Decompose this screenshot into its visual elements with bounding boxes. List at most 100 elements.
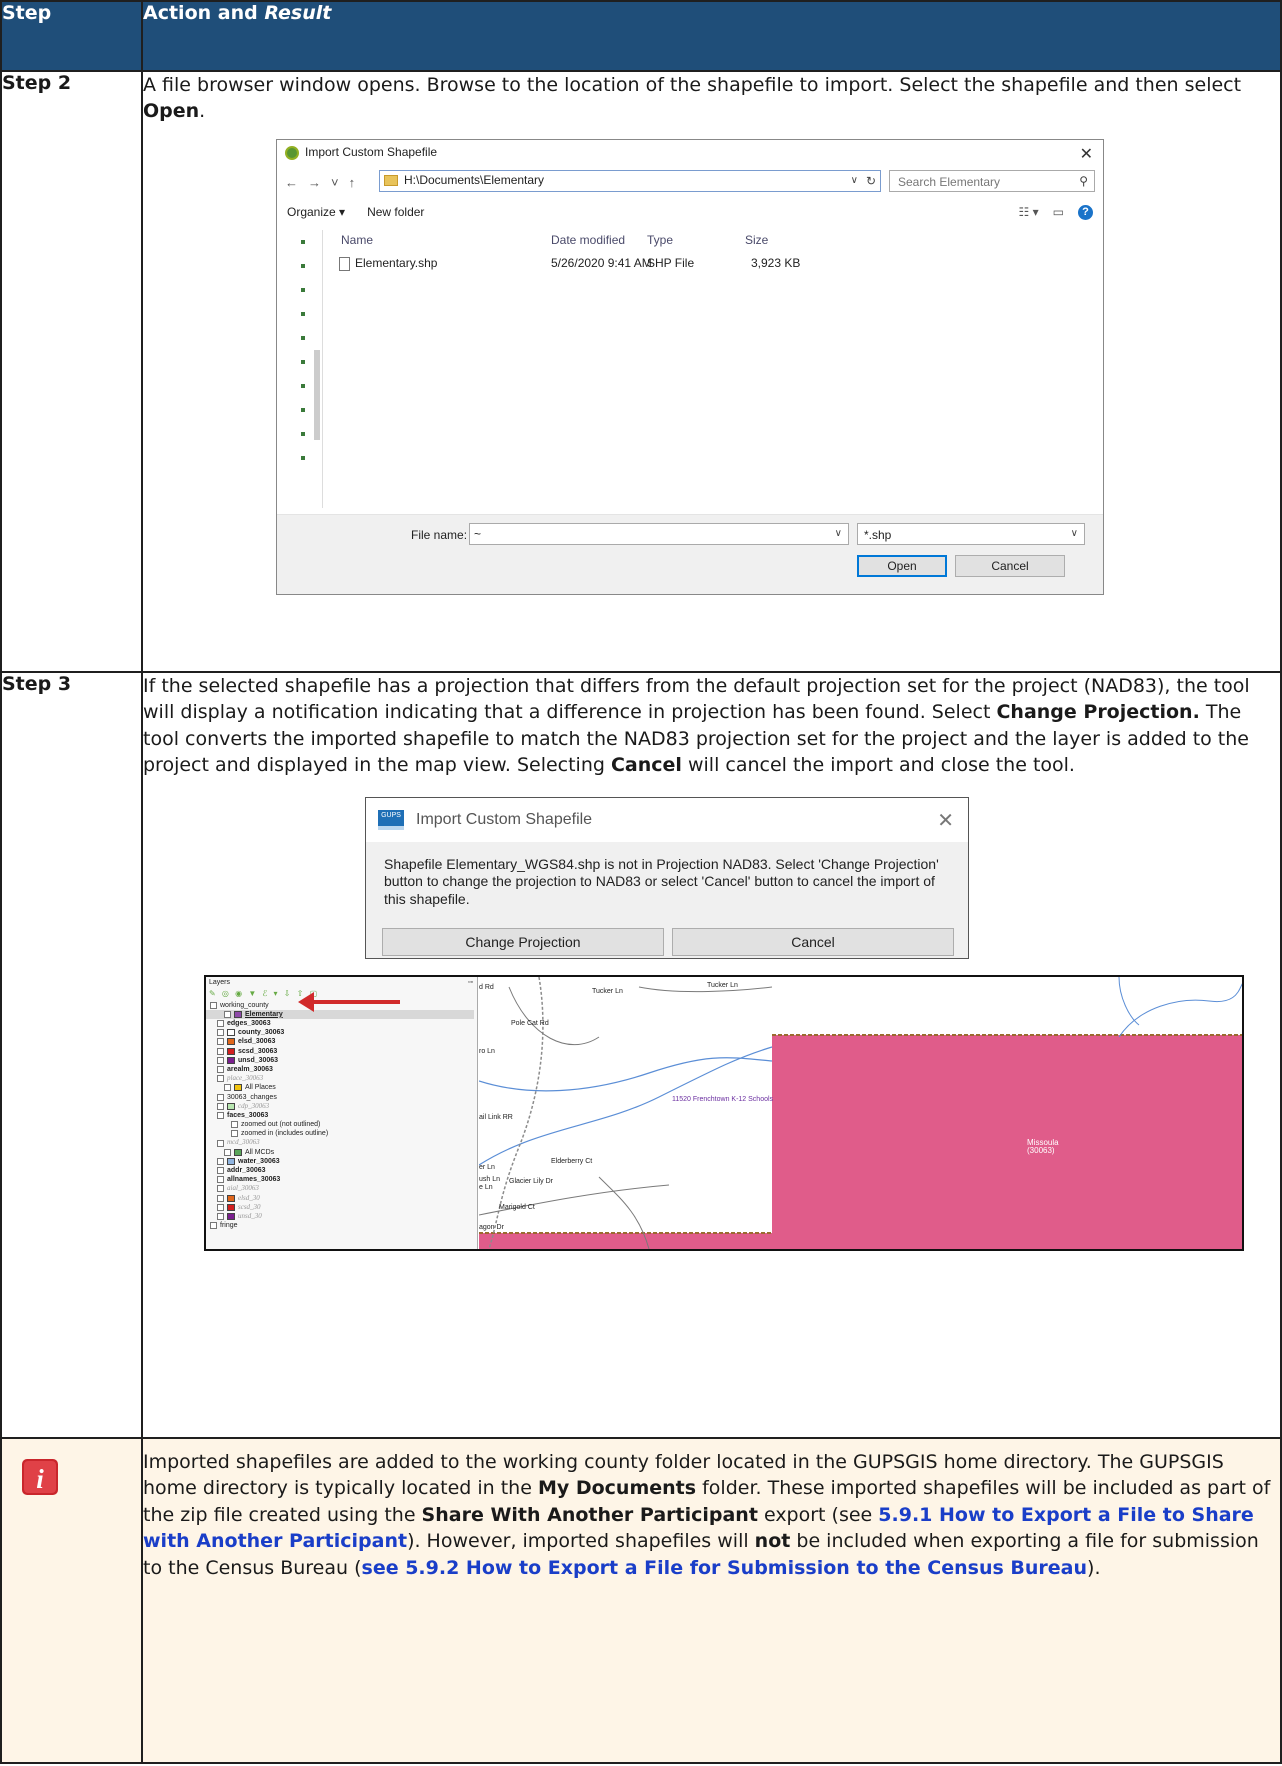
layers-panel: Layers ▫▫ ✎ ◎ ◉ ▼ ℰ ▾ ⇩ ⇧ ▢ working_coun… [206, 976, 478, 1249]
file-name-input[interactable]: ~ ∨ [469, 522, 849, 545]
layer-item[interactable]: elsd_30063 [206, 1037, 474, 1046]
layer-checkbox[interactable] [217, 1093, 224, 1101]
layer-checkbox[interactable] [231, 1121, 238, 1129]
layer-item[interactable]: place_30063 [206, 1074, 474, 1083]
layer-item[interactable]: water_30063 [206, 1157, 474, 1166]
layer-label: fringe [220, 1222, 238, 1230]
layer-item[interactable]: cdp_30063 [206, 1102, 474, 1111]
layer-checkbox[interactable] [217, 1020, 224, 1028]
layer-checkbox[interactable] [217, 1176, 224, 1184]
navigation-pane[interactable] [293, 229, 323, 508]
layer-item[interactable]: All Places [206, 1083, 474, 1092]
layer-item[interactable]: fringe [206, 1221, 474, 1230]
note-text-d: ). However, imported shapefiles will [407, 1530, 755, 1553]
scrollbar[interactable] [314, 349, 320, 440]
layer-item[interactable]: arealm_30063 [206, 1065, 474, 1074]
layer-item[interactable]: faces_30063 [206, 1111, 474, 1120]
layer-checkbox[interactable] [231, 1130, 238, 1138]
step-3-text-c: will cancel the import and close the too… [681, 754, 1075, 777]
column-size[interactable]: Size [745, 232, 768, 249]
map-canvas[interactable]: Tucker Ln Tucker Ln Pole Cat Rd 11520 Fr… [478, 976, 1242, 1249]
layer-checkbox[interactable] [217, 1111, 224, 1119]
help-icon[interactable]: ? [1078, 204, 1093, 220]
layer-item[interactable]: unsd_30063 [206, 1056, 474, 1065]
map-label: Glacier Lily Dr [509, 1177, 553, 1185]
note-not-bold: not [754, 1530, 791, 1553]
layer-item[interactable]: mcd_30063 [206, 1138, 474, 1147]
layer-checkbox[interactable] [217, 1066, 224, 1074]
change-projection-button[interactable]: Change Projection [382, 927, 664, 956]
column-name[interactable]: Name [341, 232, 373, 249]
panel-close-icon[interactable]: ▫▫ [468, 978, 473, 988]
close-icon[interactable]: ✕ [937, 808, 954, 836]
open-button[interactable]: Open [857, 554, 947, 577]
layer-checkbox[interactable] [217, 1056, 224, 1064]
layer-checkbox[interactable] [210, 1222, 217, 1230]
layer-checkbox[interactable] [217, 1029, 224, 1037]
projection-notification-dialog: GUPS Import Custom Shapefile ✕ Shapefile… [365, 796, 969, 959]
organize-button[interactable]: Organize ▾ [287, 204, 345, 221]
nav-arrows-icon[interactable]: ←→˅↑ [285, 174, 365, 192]
layer-item[interactable]: county_30063 [206, 1028, 474, 1037]
layer-item[interactable]: scsd_30 [206, 1203, 474, 1212]
layer-checkbox[interactable] [217, 1203, 224, 1211]
layer-checkbox[interactable] [217, 1167, 224, 1175]
layer-item[interactable]: addr_30063 [206, 1166, 474, 1175]
file-dialog-titlebar: Import Custom Shapefile ✕ [277, 140, 1103, 166]
layer-checkbox[interactable] [217, 1038, 224, 1046]
layer-item[interactable]: edges_30063 [206, 1019, 474, 1028]
layer-swatch-icon [227, 1157, 235, 1165]
layer-checkbox[interactable] [217, 1194, 224, 1202]
new-folder-button[interactable]: New folder [367, 204, 424, 221]
layer-item[interactable]: unsd_30 [206, 1212, 474, 1221]
layer-checkbox[interactable] [217, 1185, 224, 1193]
preview-pane-icon[interactable]: ▭ [1053, 204, 1064, 221]
layer-checkbox[interactable] [210, 1001, 217, 1009]
layer-checkbox[interactable] [217, 1047, 224, 1055]
layer-item[interactable]: zoomed in (includes outline) [206, 1129, 474, 1138]
layer-checkbox[interactable] [224, 1148, 231, 1156]
chevron-down-icon[interactable]: ∨ [1071, 527, 1078, 541]
cancel-button[interactable]: Cancel [672, 927, 954, 956]
layer-checkbox[interactable] [217, 1213, 224, 1221]
view-options-icon[interactable]: ☷ ▾ [1019, 204, 1039, 221]
layer-checkbox[interactable] [217, 1157, 224, 1165]
layer-swatch-icon [227, 1056, 235, 1064]
layer-swatch-icon [227, 1029, 235, 1037]
layer-checkbox[interactable] [224, 1010, 231, 1018]
layer-label: zoomed in (includes outline) [241, 1130, 329, 1138]
header-result-text: Result [264, 2, 332, 24]
column-type[interactable]: Type [647, 232, 673, 249]
layer-swatch-icon [234, 1148, 242, 1156]
file-row-elementary[interactable]: Elementary.shp 5/26/2020 9:41 AM SHP Fil… [339, 254, 809, 274]
layer-item[interactable]: All MCDs [206, 1148, 474, 1157]
layer-item[interactable]: elsd_30 [206, 1194, 474, 1203]
layer-label: unsd_30 [238, 1211, 262, 1220]
file-size: 3,923 KB [751, 256, 801, 271]
layer-checkbox[interactable] [217, 1075, 224, 1083]
cancel-button[interactable]: Cancel [955, 554, 1065, 577]
layer-item[interactable]: 30063_changes [206, 1093, 474, 1102]
chevron-down-icon[interactable]: ∨ [851, 174, 858, 188]
step-2-text-a: A file browser window opens. Browse to t… [143, 74, 1242, 96]
chevron-down-icon[interactable]: ∨ [835, 527, 842, 541]
layer-checkbox[interactable] [217, 1102, 224, 1110]
file-dialog-title: Import Custom Shapefile [305, 145, 438, 160]
address-bar[interactable]: H:\Documents\Elementary ∨ ↻ [379, 169, 881, 192]
view-controls: ☷ ▾ ▭ ? [1019, 204, 1093, 221]
layer-item[interactable]: zoomed out (not outlined) [206, 1120, 474, 1129]
layer-swatch-icon [227, 1102, 235, 1110]
layer-item[interactable]: aial_30063 [206, 1184, 474, 1193]
layer-checkbox[interactable] [224, 1084, 231, 1092]
link-export-submission[interactable]: see 5.9.2 How to Export a File for Submi… [362, 1557, 1088, 1579]
column-date[interactable]: Date modified [551, 232, 625, 249]
step-2-row: Step 2 A file browser window opens. Brow… [0, 70, 1282, 673]
search-input[interactable]: Search Elementary ⚲ [889, 169, 1095, 192]
map-label: agon Dr [479, 1223, 504, 1231]
file-type-select[interactable]: *.shp ∨ [857, 522, 1085, 545]
refresh-icon[interactable]: ↻ [866, 173, 876, 190]
layer-item[interactable]: scsd_30063 [206, 1047, 474, 1056]
layer-item[interactable]: allnames_30063 [206, 1175, 474, 1184]
layer-checkbox[interactable] [217, 1139, 224, 1147]
close-icon[interactable]: ✕ [1080, 144, 1093, 166]
